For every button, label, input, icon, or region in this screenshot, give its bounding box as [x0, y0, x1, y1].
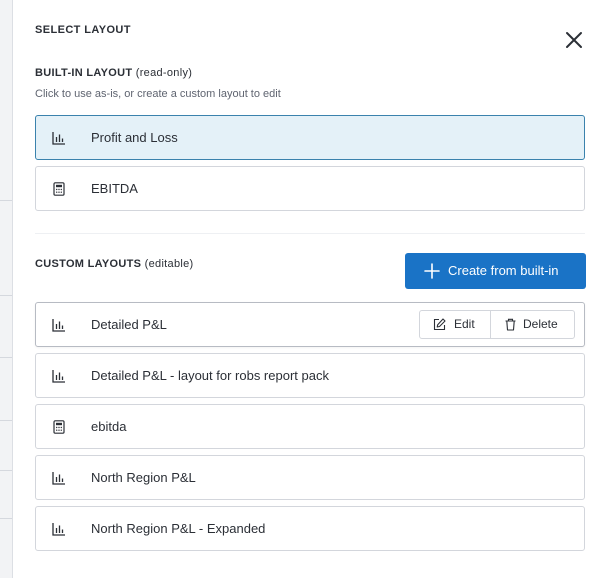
row-actions: Edit Delete — [419, 310, 575, 339]
custom-layout-north-region-pl-expanded[interactable]: North Region P&L - Expanded — [35, 506, 585, 551]
layout-label: North Region P&L — [91, 470, 196, 485]
bar-chart-icon — [52, 319, 65, 332]
custom-layout-detailed-pl-robs[interactable]: Detailed P&L - layout for robs report pa… — [35, 353, 585, 398]
plus-icon — [424, 263, 440, 279]
custom-heading-text: CUSTOM LAYOUTS — [35, 258, 142, 270]
background-divider — [0, 420, 12, 421]
create-button-label: Create from built-in — [448, 263, 559, 278]
bar-chart-icon — [52, 370, 65, 383]
close-button[interactable] — [563, 29, 585, 51]
builtin-layout-profit-and-loss[interactable]: Profit and Loss — [35, 115, 585, 160]
delete-label: Delete — [523, 317, 558, 331]
custom-heading-note: (editable) — [144, 258, 194, 270]
trash-icon — [505, 318, 516, 331]
bar-chart-icon — [52, 132, 65, 145]
background-divider — [0, 295, 12, 296]
layout-label: EBITDA — [91, 181, 138, 196]
background-page-edge — [0, 0, 13, 578]
layout-label: ebitda — [91, 419, 127, 434]
custom-layout-north-region-pl[interactable]: North Region P&L — [35, 455, 585, 500]
layout-label: North Region P&L - Expanded — [91, 521, 266, 536]
builtin-layout-ebitda[interactable]: EBITDA — [35, 166, 585, 211]
dialog-title: SELECT LAYOUT — [35, 24, 131, 36]
layout-label: Profit and Loss — [91, 130, 178, 145]
custom-layout-ebitda[interactable]: ebitda — [35, 404, 585, 449]
calculator-icon — [53, 182, 65, 196]
builtin-heading-note: (read-only) — [135, 67, 193, 79]
background-divider — [0, 518, 12, 519]
select-layout-dialog: SELECT LAYOUT BUILT-IN LAYOUT (read-only… — [13, 0, 606, 578]
layout-label: Detailed P&L — [91, 317, 167, 332]
edit-button[interactable]: Edit — [420, 311, 491, 338]
custom-layouts-heading: CUSTOM LAYOUTS (editable) — [35, 258, 194, 270]
close-icon — [566, 32, 582, 48]
calculator-icon — [53, 420, 65, 434]
create-from-builtin-button[interactable]: Create from built-in — [405, 253, 586, 289]
custom-layout-detailed-pl[interactable]: Detailed P&L Edit Delete — [35, 302, 585, 347]
delete-button[interactable]: Delete — [491, 311, 574, 338]
edit-label: Edit — [454, 317, 475, 331]
bar-chart-icon — [52, 472, 65, 485]
builtin-layout-subtitle: Click to use as-is, or create a custom l… — [35, 88, 281, 100]
background-divider — [0, 470, 12, 471]
section-divider — [35, 233, 585, 234]
background-divider — [0, 200, 12, 201]
builtin-heading-text: BUILT-IN LAYOUT — [35, 67, 133, 79]
bar-chart-icon — [52, 523, 65, 536]
builtin-layout-heading: BUILT-IN LAYOUT (read-only) — [35, 67, 192, 79]
layout-label: Detailed P&L - layout for robs report pa… — [91, 368, 329, 383]
background-divider — [0, 357, 12, 358]
edit-icon — [433, 318, 446, 331]
